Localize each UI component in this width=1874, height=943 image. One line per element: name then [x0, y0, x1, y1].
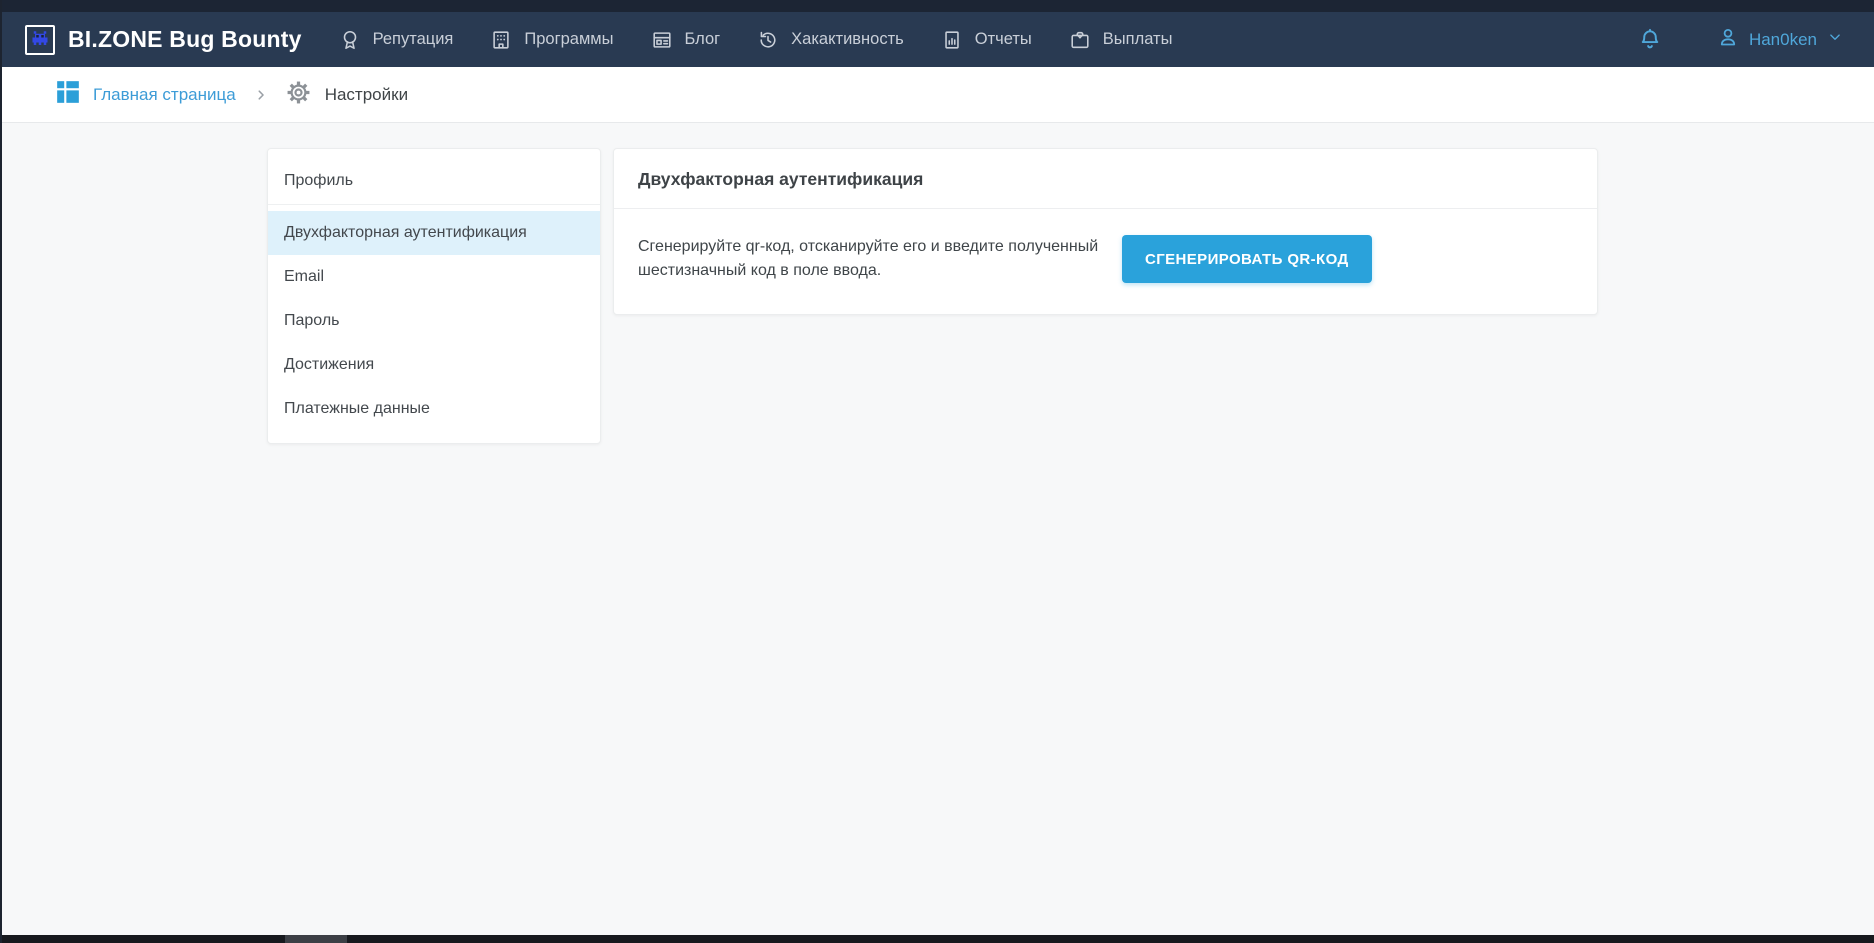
sidebar-item-label: Платежные данные: [284, 400, 430, 418]
chevron-right-icon: [254, 88, 268, 102]
nav-item-label: Отчеты: [975, 30, 1032, 49]
sidebar-item-email[interactable]: Email: [268, 255, 600, 299]
sidebar-item-label: Достижения: [284, 356, 374, 374]
news-icon: [651, 29, 673, 51]
sidebar-item-two-factor[interactable]: Двухфакторная аутентификация: [268, 211, 600, 255]
sidebar-item-achievements[interactable]: Достижения: [268, 343, 600, 387]
nav-item-label: Выплаты: [1103, 30, 1173, 49]
brand-title: BI.ZONE Bug Bounty: [68, 26, 302, 53]
building-icon: [490, 29, 512, 51]
sidebar-item-label: Email: [284, 268, 324, 286]
nav-item-label: Хакактивность: [791, 30, 904, 49]
notifications-bell-icon[interactable]: [1637, 27, 1663, 53]
horizontal-scrollbar[interactable]: [0, 935, 1874, 943]
sidebar-item-label: Двухфакторная аутентификация: [284, 224, 527, 242]
user-menu[interactable]: Han0ken: [1716, 25, 1844, 54]
main-menu: Репутация Программы Блог: [339, 29, 1210, 51]
briefcase-icon: [1069, 29, 1091, 51]
dashboard-icon: [55, 79, 81, 110]
sidebar-item-profile[interactable]: Профиль: [268, 157, 600, 205]
brand-logo[interactable]: BI.ZONE Bug Bounty: [25, 25, 302, 55]
panel-description: Сгенерируйте qr-код, отсканируйте его и …: [638, 235, 1128, 283]
sidebar-item-payment-details[interactable]: Платежные данные: [268, 387, 600, 431]
medal-icon: [339, 29, 361, 51]
nav-item-programs[interactable]: Программы: [490, 29, 613, 51]
nav-item-label: Блог: [685, 30, 721, 49]
sidebar-item-password[interactable]: Пароль: [268, 299, 600, 343]
report-icon: [941, 29, 963, 51]
generate-qr-button[interactable]: СГЕНЕРИРОВАТЬ QR-КОД: [1122, 235, 1372, 283]
nav-item-label: Программы: [524, 30, 613, 49]
panel-description-line: Сгенерируйте qr-код, отсканируйте его и …: [638, 235, 1128, 259]
top-navbar: BI.ZONE Bug Bounty Репутация Программы: [0, 0, 1874, 67]
chevron-down-icon: [1826, 28, 1844, 51]
user-icon: [1716, 25, 1740, 54]
bizone-bug-logo-icon: [25, 25, 55, 55]
two-factor-panel: Двухфакторная аутентификация Сгенерируйт…: [613, 148, 1598, 315]
nav-item-label: Репутация: [373, 30, 454, 49]
username: Han0ken: [1749, 30, 1817, 50]
sidebar-item-label: Профиль: [284, 172, 353, 190]
nav-item-reputation[interactable]: Репутация: [339, 29, 454, 51]
nav-item-hackactivity[interactable]: Хакактивность: [757, 29, 904, 51]
window-edge: [0, 0, 2, 943]
sidebar-item-label: Пароль: [284, 312, 340, 330]
scrollbar-thumb[interactable]: [285, 935, 347, 943]
main-content: Профиль Двухфакторная аутентификация Ema…: [0, 123, 1874, 935]
breadcrumb-current-label: Настройки: [325, 85, 408, 105]
settings-sidebar: Профиль Двухфакторная аутентификация Ema…: [267, 148, 601, 444]
breadcrumb: Главная страница На: [0, 67, 1874, 123]
history-icon: [757, 29, 779, 51]
breadcrumb-home-label: Главная страница: [93, 85, 236, 105]
nav-item-blog[interactable]: Блог: [651, 29, 721, 51]
nav-item-payouts[interactable]: Выплаты: [1069, 29, 1173, 51]
panel-title: Двухфакторная аутентификация: [614, 149, 1597, 209]
navbar-right: Han0ken: [1637, 25, 1844, 54]
breadcrumb-current: Настройки: [286, 80, 408, 110]
nav-item-reports[interactable]: Отчеты: [941, 29, 1032, 51]
breadcrumb-home-link[interactable]: Главная страница: [55, 79, 236, 110]
gear-icon: [286, 80, 311, 110]
panel-description-line: шестизначный код в поле ввода.: [638, 259, 1128, 283]
panel-body: Сгенерируйте qr-код, отсканируйте его и …: [614, 209, 1597, 314]
